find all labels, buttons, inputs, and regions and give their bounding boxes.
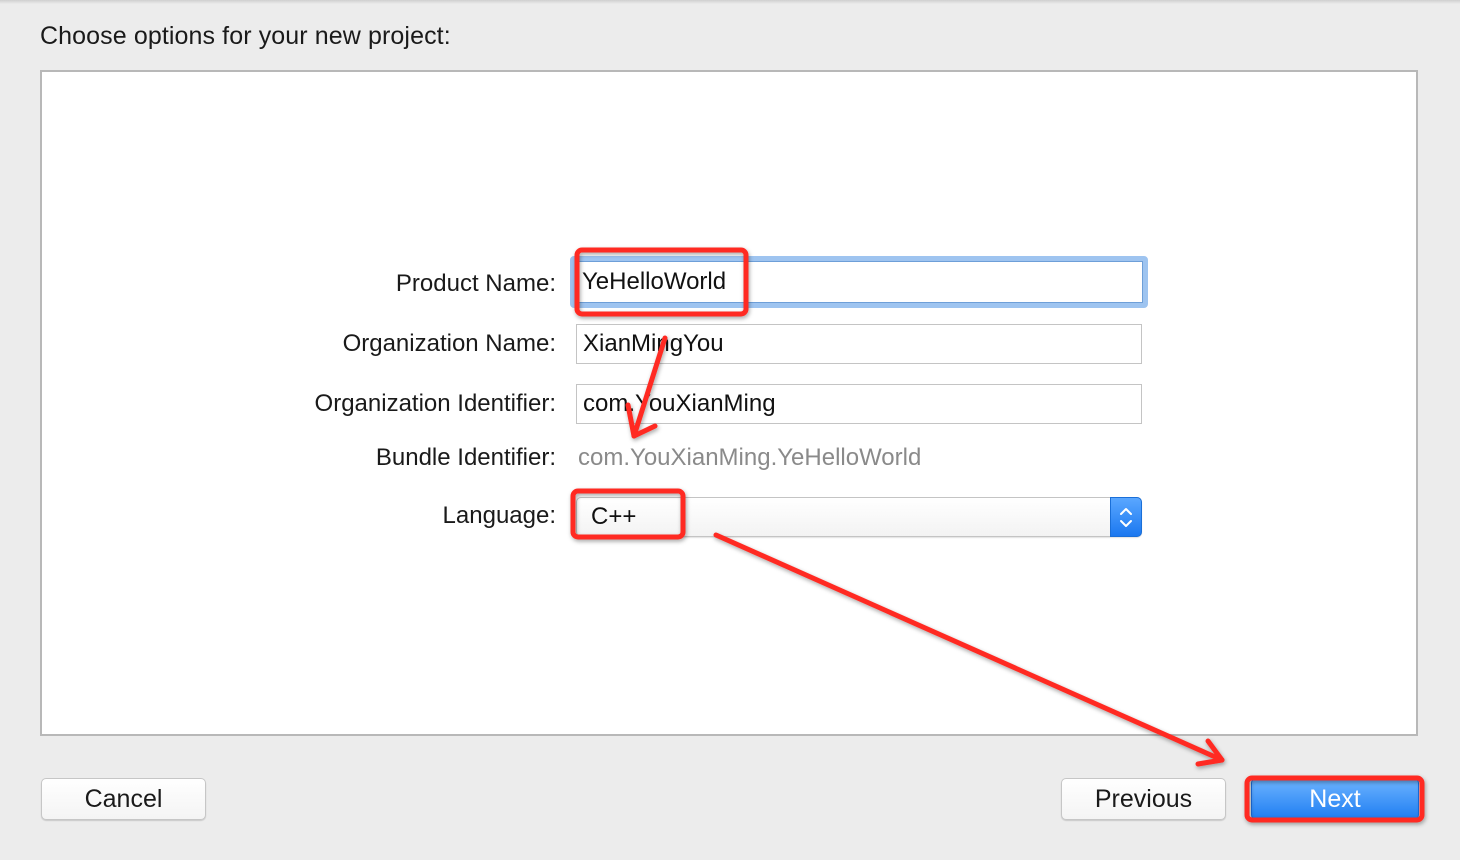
organization-name-label: Organization Name: xyxy=(342,330,556,357)
next-button[interactable]: Next xyxy=(1251,778,1419,820)
window-top-edge xyxy=(0,0,1460,4)
up-down-chevron-glyph xyxy=(1120,508,1132,527)
previous-button[interactable]: Previous xyxy=(1061,778,1226,820)
page-title: Choose options for your new project: xyxy=(40,22,451,50)
product-name-field[interactable]: YeHelloWorld xyxy=(570,256,1148,308)
up-down-chevron-icon[interactable] xyxy=(1110,497,1142,537)
organization-identifier-field[interactable]: com.YouXianMing xyxy=(576,384,1142,424)
language-popup[interactable]: C++ xyxy=(576,497,1142,537)
cancel-button[interactable]: Cancel xyxy=(41,778,206,820)
bundle-identifier-label: Bundle Identifier: xyxy=(375,444,556,471)
product-name-value[interactable]: YeHelloWorld xyxy=(575,261,1143,303)
product-name-label: Product Name: xyxy=(395,270,556,297)
organization-identifier-label: Organization Identifier: xyxy=(314,390,556,417)
organization-name-field[interactable]: XianMingYou xyxy=(576,324,1142,364)
language-value: C++ xyxy=(591,503,637,530)
language-label: Language: xyxy=(442,502,556,529)
bundle-identifier-value: com.YouXianMing.YeHelloWorld xyxy=(578,444,922,471)
